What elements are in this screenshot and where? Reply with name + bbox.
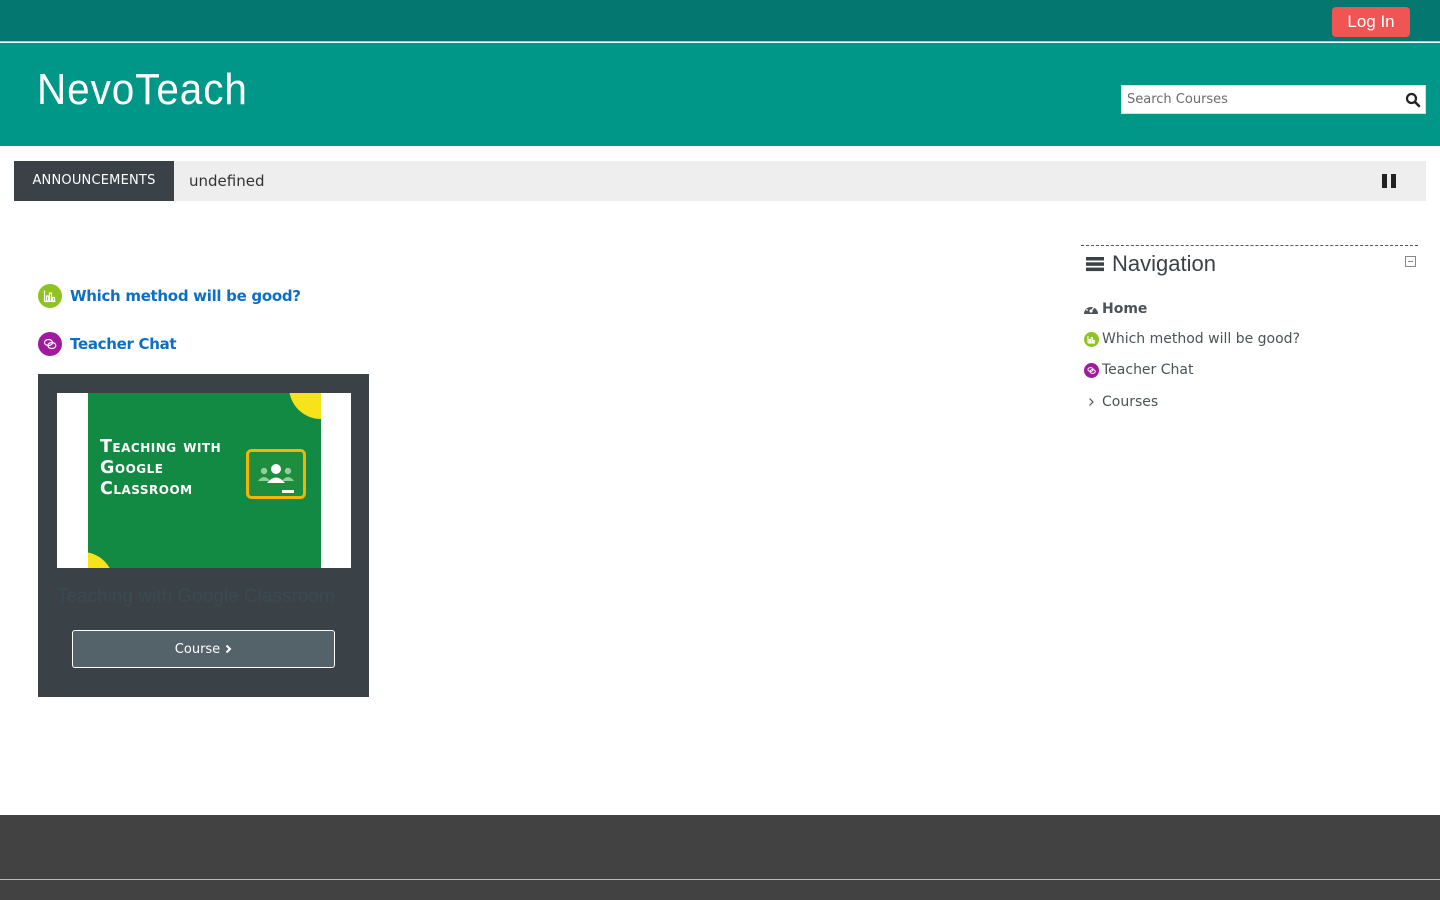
course-button-label: Course bbox=[174, 641, 221, 657]
activity-link-feedback[interactable]: Which method will be good? bbox=[70, 287, 301, 305]
navigation-title: Navigation bbox=[1112, 251, 1216, 276]
search-icon[interactable] bbox=[1405, 92, 1421, 108]
yellow-corner-shape bbox=[289, 393, 321, 419]
course-button[interactable]: Course bbox=[72, 630, 335, 668]
activity-link-chat[interactable]: Teacher Chat bbox=[70, 335, 177, 353]
nav-item-label: Home bbox=[1102, 301, 1148, 317]
search-box bbox=[1121, 85, 1426, 114]
chat-icon bbox=[38, 332, 62, 356]
menu-icon bbox=[1086, 257, 1104, 272]
top-bar: Log In bbox=[0, 0, 1440, 42]
nav-item-feedback[interactable]: Which method will be good? bbox=[1084, 331, 1300, 347]
nav-item-label: Courses bbox=[1102, 394, 1159, 410]
dashboard-icon bbox=[1083, 301, 1099, 317]
announcements-bar: ANNOUNCEMENTS undefined bbox=[14, 161, 1426, 201]
google-classroom-logo-icon bbox=[246, 449, 306, 499]
announcements-label: ANNOUNCEMENTS bbox=[14, 161, 174, 201]
pause-icon[interactable] bbox=[1382, 174, 1396, 188]
announcement-text[interactable]: undefined bbox=[189, 161, 264, 201]
nav-item-chat[interactable]: Teacher Chat bbox=[1084, 362, 1193, 378]
navigation-block: Navigation bbox=[1081, 245, 1418, 276]
nav-item-courses[interactable]: Courses bbox=[1083, 394, 1158, 410]
chevron-right-icon bbox=[225, 644, 232, 654]
chat-icon bbox=[1084, 362, 1099, 378]
collapse-block-icon[interactable] bbox=[1405, 256, 1416, 267]
chevron-right-icon[interactable] bbox=[1083, 394, 1099, 410]
page-footer bbox=[0, 815, 1440, 900]
chart-icon bbox=[38, 284, 62, 308]
course-name[interactable]: Teaching with Google Classroom bbox=[57, 586, 351, 608]
search-input[interactable] bbox=[1122, 86, 1397, 113]
footer-divider bbox=[0, 879, 1440, 880]
nav-item-label: Teacher Chat bbox=[1102, 362, 1194, 378]
navigation-header: Navigation bbox=[1086, 251, 1216, 277]
activity-feedback: Which method will be good? bbox=[38, 284, 301, 308]
course-image-banner: Teaching with Google Classroom bbox=[88, 393, 321, 568]
nav-item-label: Which method will be good? bbox=[1102, 331, 1300, 347]
course-image-text: Teaching with Google Classroom bbox=[100, 437, 222, 499]
yellow-corner-shape bbox=[88, 552, 110, 568]
course-card: Teaching with Google Classroom Teaching … bbox=[38, 374, 369, 697]
activity-chat: Teacher Chat bbox=[38, 332, 177, 356]
site-header: NevoTeach bbox=[0, 43, 1440, 146]
login-button[interactable]: Log In bbox=[1332, 7, 1410, 37]
chart-icon bbox=[1084, 331, 1099, 347]
site-title[interactable]: NevoTeach bbox=[37, 65, 248, 115]
course-image[interactable]: Teaching with Google Classroom bbox=[57, 393, 351, 568]
nav-item-home[interactable]: Home bbox=[1083, 301, 1147, 317]
